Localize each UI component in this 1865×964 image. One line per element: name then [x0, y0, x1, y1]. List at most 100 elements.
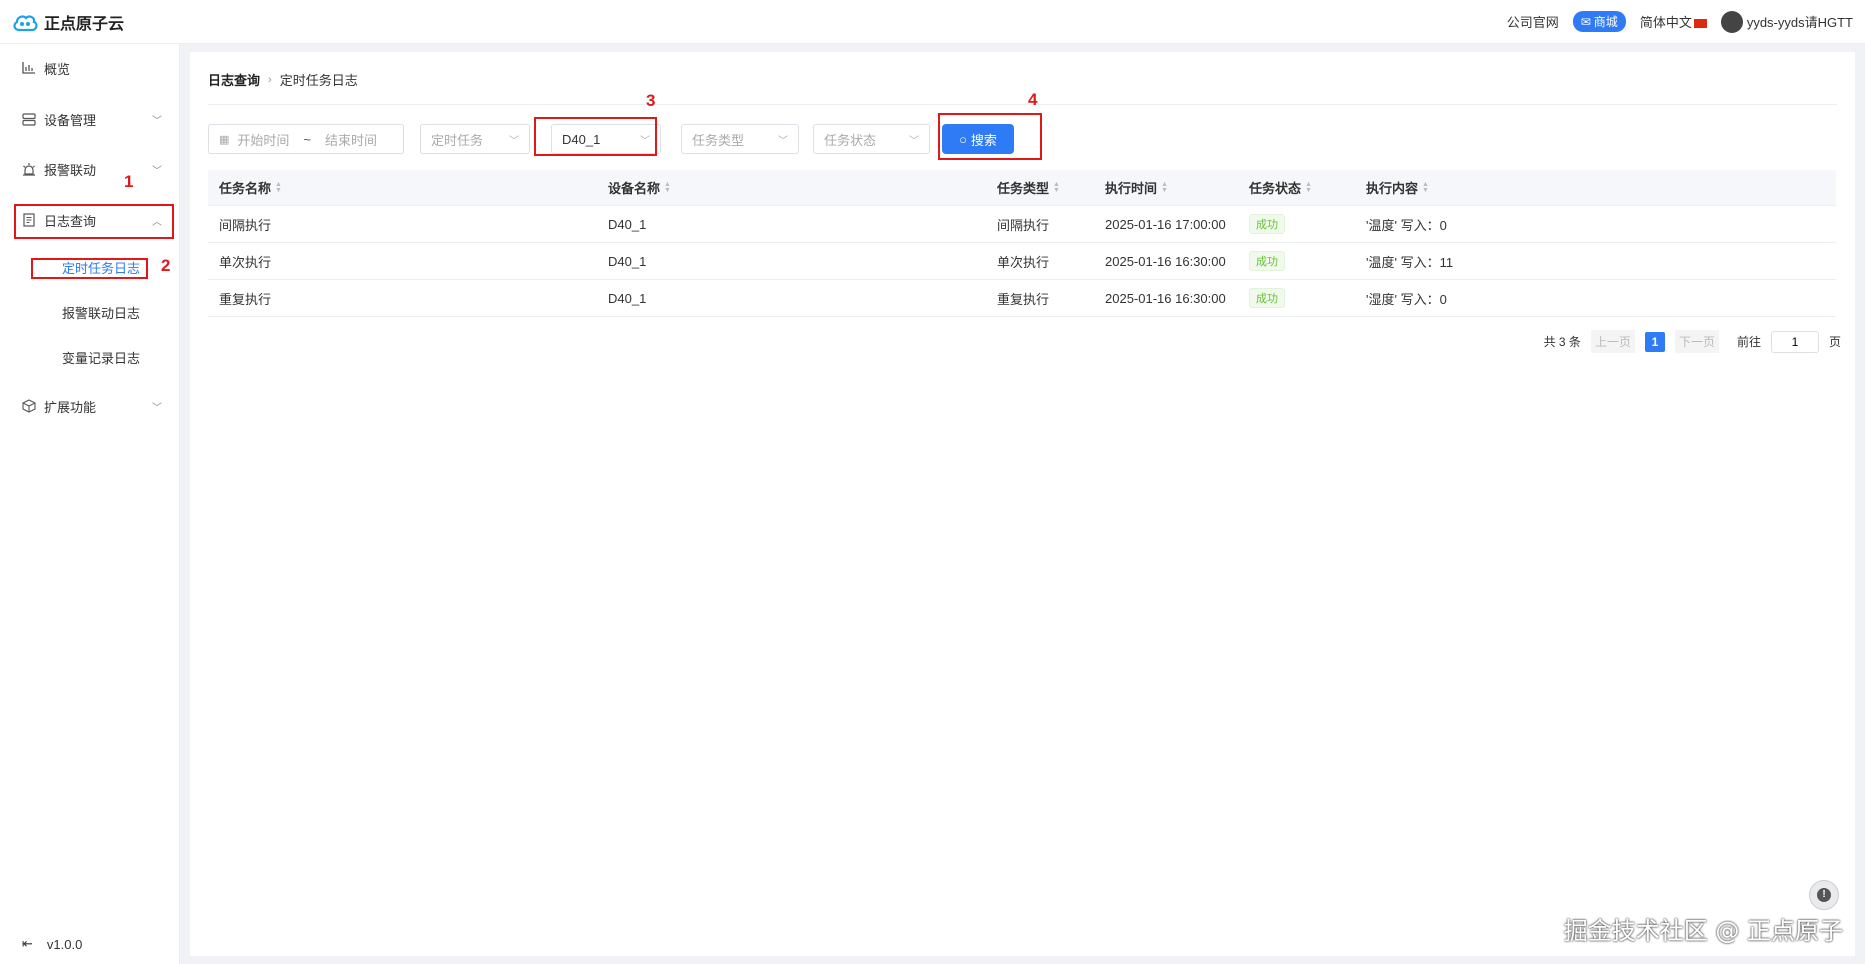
- range-separator: ~: [303, 131, 312, 147]
- sidebar-item-device-management[interactable]: 设备管理 ﹀: [14, 101, 174, 137]
- page-number-button[interactable]: 1: [1644, 331, 1665, 352]
- status-badge: 成功: [1249, 251, 1285, 271]
- sort-icon: ▲ ▼: [664, 180, 671, 194]
- page-unit-label: 页: [1828, 335, 1841, 349]
- annotation-box-1: [14, 204, 174, 239]
- logo[interactable]: 正点原子云: [12, 10, 124, 34]
- chevron-right-icon: ›: [268, 73, 272, 86]
- calendar-icon: ▦: [219, 133, 230, 146]
- company-site-link[interactable]: 公司官网: [1507, 12, 1559, 31]
- cell-task-type: 间隔执行: [997, 217, 1050, 233]
- table-row: 单次执行 D40_1 单次执行 2025-01-16 16:30:00 成功 '…: [208, 243, 1836, 280]
- start-time-input[interactable]: 开始时间: [237, 130, 289, 149]
- annotation-number-2: 2: [161, 256, 171, 275]
- extension-icon: [22, 399, 36, 413]
- chevron-down-icon: ﹀: [152, 115, 162, 127]
- sidebar-item-label: 扩展功能: [44, 399, 97, 415]
- task-type-select[interactable]: 任务类型 ﹀: [681, 124, 799, 154]
- cell-exec-time: 2025-01-16 16:30:00: [1105, 290, 1226, 306]
- cloud-logo-icon: [12, 12, 38, 32]
- column-header[interactable]: 任务名称 ▲ ▼: [208, 178, 597, 197]
- annotation-box-3: [534, 117, 657, 156]
- top-header: 正点原子云 公司官网 ✉ 商城 简体中文 yyds-yyds请HGTT: [0, 0, 1865, 44]
- sidebar: 概览 设备管理 ﹀ 报警联动 ﹀ 日志查询 ︿ 定时任务日志 报警联动日志 变量…: [0, 44, 180, 964]
- cell-task-name: 间隔执行: [219, 217, 272, 233]
- sidebar-item-alarm-linkage[interactable]: 报警联动 ﹀: [14, 151, 174, 187]
- column-header[interactable]: 设备名称 ▲ ▼: [597, 178, 986, 197]
- chevron-down-icon: ﹀: [152, 402, 162, 414]
- sidebar-item-label: 报警联动: [44, 162, 97, 178]
- table-row: 间隔执行 D40_1 间隔执行 2025-01-16 17:00:00 成功 '…: [208, 206, 1836, 243]
- shop-icon: ✉: [1580, 14, 1591, 29]
- column-header[interactable]: 执行时间 ▲ ▼: [1094, 178, 1238, 197]
- sidebar-subitem-variable-log[interactable]: 变量记录日志: [62, 341, 140, 373]
- breadcrumb-current: 定时任务日志: [279, 73, 358, 88]
- user-menu[interactable]: yyds-yyds请HGTT: [1720, 10, 1853, 33]
- shop-label: 商城: [1593, 15, 1618, 29]
- column-header[interactable]: 任务状态 ▲ ▼: [1238, 178, 1355, 197]
- collapse-menu-icon[interactable]: ⇤: [22, 936, 33, 952]
- language-switcher[interactable]: 简体中文: [1640, 12, 1707, 31]
- cell-exec-content: '温度' 写入：0: [1366, 217, 1447, 233]
- cell-task-name: 重复执行: [219, 291, 272, 307]
- sort-icon: ▲ ▼: [275, 180, 282, 194]
- end-time-input[interactable]: 结束时间: [325, 130, 377, 149]
- chevron-down-icon: ﹀: [778, 135, 788, 147]
- alarm-icon: [22, 162, 36, 176]
- logo-text: 正点原子云: [44, 15, 125, 33]
- username: yyds-yyds请HGTT: [1746, 15, 1853, 30]
- status-badge: 成功: [1249, 288, 1285, 308]
- task-status-placeholder: 任务状态: [824, 132, 877, 148]
- cell-device-name: D40_1: [608, 253, 647, 269]
- china-flag-icon: [1693, 19, 1707, 29]
- annotation-number-4: 4: [1028, 90, 1038, 109]
- chevron-down-icon: ﹀: [509, 135, 519, 147]
- cell-exec-time: 2025-01-16 16:30:00: [1105, 253, 1226, 269]
- breadcrumb: 日志查询 › 定时任务日志: [208, 70, 358, 89]
- sidebar-subitem-alarm-log[interactable]: 报警联动日志: [62, 296, 140, 328]
- version-label: v1.0.0: [46, 936, 83, 952]
- table-row: 重复执行 D40_1 重复执行 2025-01-16 16:30:00 成功 '…: [208, 280, 1836, 317]
- goto-label: 前往: [1736, 335, 1761, 349]
- breadcrumb-parent[interactable]: 日志查询: [208, 70, 260, 89]
- next-page-button[interactable]: 下一页: [1674, 330, 1719, 353]
- prev-page-button[interactable]: 上一页: [1590, 330, 1635, 353]
- cell-device-name: D40_1: [608, 290, 647, 306]
- column-header[interactable]: 任务类型 ▲ ▼: [986, 178, 1094, 197]
- avatar: [1720, 10, 1743, 33]
- chevron-down-icon: ﹀: [909, 135, 919, 147]
- task-log-table: 任务名称 ▲ ▼ 设备名称 ▲ ▼ 任务类型 ▲ ▼ 执行时间 ▲ ▼ 任务状态 ▲ ▼ 执行内容 ▲…: [208, 170, 1836, 317]
- help-button[interactable]: !: [1809, 880, 1839, 910]
- timed-task-select[interactable]: 定时任务 ﹀: [420, 124, 530, 154]
- cell-task-type: 重复执行: [997, 291, 1050, 307]
- device-icon: [22, 112, 36, 126]
- sort-icon: ▲ ▼: [1422, 180, 1429, 194]
- task-status-select[interactable]: 任务状态 ﹀: [813, 124, 930, 154]
- pagination: 共 3 条 上一页 1 下一页 前往 页: [1544, 330, 1841, 353]
- column-header[interactable]: 执行内容 ▲ ▼: [1355, 178, 1836, 197]
- goto-page-input[interactable]: [1770, 330, 1819, 353]
- sort-icon: ▲ ▼: [1305, 180, 1312, 194]
- shop-button[interactable]: ✉ 商城: [1572, 11, 1626, 32]
- annotation-box-4: [938, 113, 1042, 160]
- date-range-picker[interactable]: ▦ 开始时间 ~ 结束时间: [208, 124, 404, 154]
- sidebar-item-overview[interactable]: 概览: [14, 50, 174, 86]
- annotation-number-1: 1: [124, 172, 134, 191]
- total-count: 共 3 条: [1543, 335, 1581, 349]
- sort-icon: ▲ ▼: [1053, 180, 1060, 194]
- cell-exec-time: 2025-01-16 17:00:00: [1105, 216, 1226, 232]
- table-header: 任务名称 ▲ ▼ 设备名称 ▲ ▼ 任务类型 ▲ ▼ 执行时间 ▲ ▼ 任务状态 ▲ ▼ 执行内容 ▲…: [208, 170, 1836, 206]
- watermark: 掘金技术社区 @ 正点原子: [1563, 917, 1843, 945]
- main-content: 日志查询 › 定时任务日志 ▦ 开始时间 ~ 结束时间 定时任务 ﹀ D40_1…: [190, 52, 1855, 956]
- chevron-down-icon: ﹀: [152, 165, 162, 177]
- sidebar-item-label: 概览: [44, 61, 71, 77]
- cell-exec-content: '温度' 写入：11: [1366, 254, 1454, 270]
- cell-exec-content: '湿度' 写入：0: [1366, 291, 1447, 307]
- cell-task-type: 单次执行: [997, 254, 1050, 270]
- sidebar-item-label: 设备管理: [44, 112, 97, 128]
- divider: [208, 104, 1837, 105]
- sidebar-item-extensions[interactable]: 扩展功能 ﹀: [14, 388, 174, 424]
- cell-device-name: D40_1: [608, 216, 647, 232]
- info-icon: !: [1817, 888, 1831, 902]
- version-footer: ⇤ v1.0.0: [22, 936, 82, 952]
